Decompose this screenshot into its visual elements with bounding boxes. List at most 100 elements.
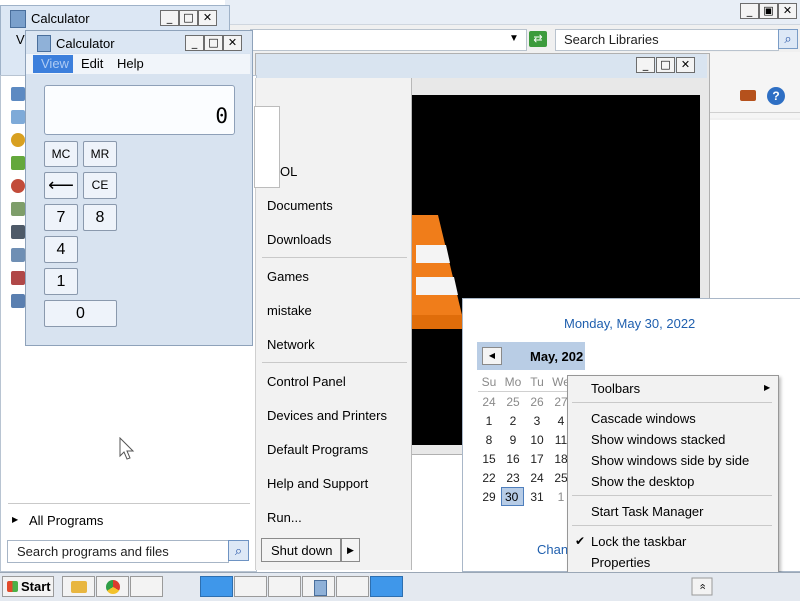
- explorer-close-button[interactable]: ✕: [778, 3, 797, 19]
- menu-edit[interactable]: Edit: [81, 56, 103, 71]
- calendar-prev-button[interactable]: ◀: [482, 347, 502, 365]
- search-icon[interactable]: ⌕: [778, 29, 798, 49]
- calendar-day[interactable]: 26: [526, 395, 548, 409]
- change-date-settings-link[interactable]: Chan: [537, 542, 568, 557]
- mc-button[interactable]: MC: [44, 141, 78, 167]
- taskbar-button-6[interactable]: [268, 576, 301, 597]
- start-task-manager-item[interactable]: Start Task Manager: [591, 504, 703, 519]
- start-item-help-support[interactable]: Help and Support: [267, 476, 368, 491]
- digit-1-button[interactable]: 1: [44, 268, 78, 295]
- taskbar-button-9[interactable]: [370, 576, 403, 597]
- calendar-day[interactable]: 2: [502, 414, 524, 428]
- taskbar-button-8[interactable]: [336, 576, 369, 597]
- program-icon-7[interactable]: [11, 225, 25, 239]
- refresh-icon[interactable]: ⇄: [529, 31, 547, 47]
- media-minimize-button[interactable]: _: [636, 57, 655, 73]
- program-icon-4[interactable]: [11, 156, 25, 170]
- digit-4-button[interactable]: 4: [44, 236, 78, 263]
- slideshow-icon[interactable]: [740, 90, 756, 101]
- start-search-icon[interactable]: ⌕: [228, 540, 249, 561]
- calendar-day[interactable]: 10: [526, 433, 548, 447]
- address-bar[interactable]: [250, 29, 527, 51]
- program-icon-5[interactable]: [11, 179, 25, 193]
- start-button[interactable]: Start: [2, 576, 54, 597]
- calculator-minimize-button[interactable]: _: [185, 35, 204, 51]
- taskbar-calculator-button[interactable]: [302, 576, 335, 597]
- media-close-button[interactable]: ✕: [676, 57, 695, 73]
- program-icon-6[interactable]: [11, 202, 25, 216]
- taskbar-explorer-button[interactable]: [62, 576, 95, 597]
- calendar-day[interactable]: 25: [502, 395, 524, 409]
- notification-chevron-button[interactable]: «: [691, 577, 713, 596]
- start-item-downloads[interactable]: Downloads: [267, 232, 331, 247]
- start-search-input[interactable]: Search programs and files: [7, 540, 229, 563]
- taskbar-button-3[interactable]: [130, 576, 163, 597]
- digit-8-button[interactable]: 8: [83, 204, 117, 231]
- calculator-back-minimize-button[interactable]: _: [160, 10, 179, 26]
- calculator-back-maximize-button[interactable]: □: [179, 10, 198, 26]
- calendar-day[interactable]: 15: [478, 452, 500, 466]
- calendar-day[interactable]: 29: [478, 490, 500, 504]
- explorer-minimize-button[interactable]: _: [740, 3, 759, 19]
- calendar-date-header[interactable]: Monday, May 30, 2022: [564, 316, 695, 331]
- start-item-mistake[interactable]: mistake: [267, 303, 312, 318]
- calendar-day[interactable]: 23: [502, 471, 524, 485]
- program-icon-1[interactable]: [11, 87, 25, 101]
- calendar-day[interactable]: 22: [478, 471, 500, 485]
- start-item-documents[interactable]: Documents: [267, 198, 333, 213]
- calculator-close-button[interactable]: ✕: [223, 35, 242, 51]
- mr-button[interactable]: MR: [83, 141, 117, 167]
- calendar-day[interactable]: 16: [502, 452, 524, 466]
- taskbar-chrome-button[interactable]: [96, 576, 129, 597]
- digit-0-button[interactable]: 0: [44, 300, 117, 327]
- calendar-month-label[interactable]: May, 202: [530, 349, 583, 364]
- calendar-day[interactable]: 24: [478, 395, 500, 409]
- cascade-windows-item[interactable]: Cascade windows: [591, 411, 696, 426]
- calendar-day[interactable]: 17: [526, 452, 548, 466]
- toolbars-menu-item[interactable]: Toolbars: [591, 381, 640, 396]
- show-desktop-item[interactable]: Show the desktop: [591, 474, 694, 489]
- media-maximize-button[interactable]: □: [656, 57, 675, 73]
- ce-button[interactable]: CE: [83, 172, 117, 199]
- user-picture-frame[interactable]: [254, 106, 280, 188]
- start-item-network[interactable]: Network: [267, 337, 315, 352]
- calendar-day[interactable]: 24: [526, 471, 548, 485]
- start-item-user[interactable]: OL: [280, 164, 297, 179]
- start-item-run[interactable]: Run...: [267, 510, 302, 525]
- program-icon-9[interactable]: [11, 271, 25, 285]
- start-item-control-panel[interactable]: Control Panel: [267, 374, 346, 389]
- all-programs-link[interactable]: All Programs: [29, 513, 103, 528]
- show-windows-side-by-side-item[interactable]: Show windows side by side: [591, 453, 749, 468]
- calendar-day[interactable]: 3: [526, 414, 548, 428]
- menu-help[interactable]: Help: [117, 56, 144, 71]
- library-search-input[interactable]: Search Libraries: [555, 29, 779, 51]
- calculator-back-close-button[interactable]: ✕: [198, 10, 217, 26]
- lock-taskbar-item[interactable]: Lock the taskbar: [591, 534, 686, 549]
- help-icon[interactable]: ?: [767, 87, 785, 105]
- program-icon-10[interactable]: [11, 294, 25, 308]
- calendar-selected-day[interactable]: 30: [501, 487, 524, 506]
- explorer-maximize-button[interactable]: ▣: [759, 3, 778, 19]
- menu-view[interactable]: View: [33, 55, 73, 73]
- calculator-maximize-button[interactable]: □: [204, 35, 223, 51]
- start-item-devices-printers[interactable]: Devices and Printers: [267, 408, 387, 423]
- address-dropdown-icon[interactable]: ▼: [509, 33, 519, 44]
- taskbar-button-4[interactable]: [200, 576, 233, 597]
- backspace-button[interactable]: ⟵: [44, 172, 78, 199]
- calendar-day[interactable]: 8: [478, 433, 500, 447]
- calendar-day[interactable]: 31: [526, 490, 548, 504]
- properties-item[interactable]: Properties: [591, 555, 650, 570]
- calendar-day[interactable]: 9: [502, 433, 524, 447]
- shutdown-options-button[interactable]: ▶: [341, 538, 360, 562]
- program-icon-3[interactable]: [11, 133, 25, 147]
- calendar-day[interactable]: 1: [478, 414, 500, 428]
- shutdown-button[interactable]: Shut down: [261, 538, 341, 562]
- digit-7-button[interactable]: 7: [44, 204, 78, 231]
- start-item-games[interactable]: Games: [267, 269, 309, 284]
- all-programs-arrow-icon[interactable]: ▶: [12, 515, 18, 524]
- program-icon-8[interactable]: [11, 248, 25, 262]
- show-windows-stacked-item[interactable]: Show windows stacked: [591, 432, 725, 447]
- start-item-default-programs[interactable]: Default Programs: [267, 442, 368, 457]
- program-icon-2[interactable]: [11, 110, 25, 124]
- taskbar-button-5[interactable]: [234, 576, 267, 597]
